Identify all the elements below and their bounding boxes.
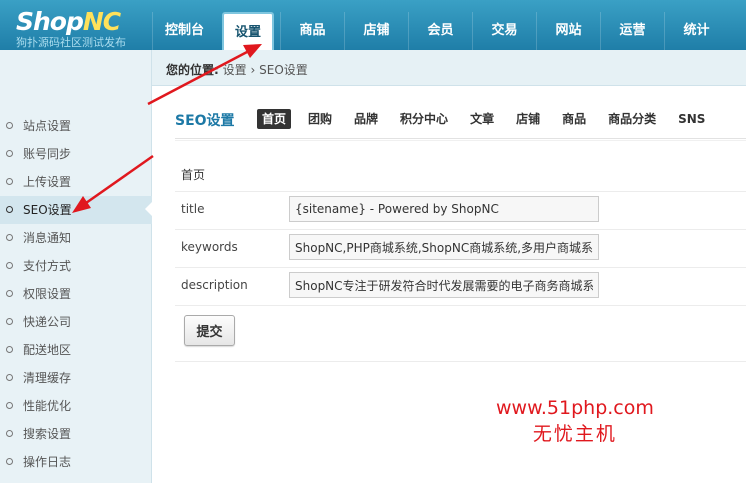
bullet-circle-icon [6,458,13,465]
sidebar-item-label: 操作日志 [23,455,72,469]
nav-tab-1[interactable]: 设置 [222,12,274,50]
sidebar-active-notch [145,202,152,216]
nav-tab-5[interactable]: 交易 [472,12,536,50]
field-row-keywords: keywords [175,229,746,267]
field-row-title: title [175,191,746,229]
sidebar-item[interactable]: 支付方式 [0,252,152,280]
seo-tab[interactable]: 文章 [465,109,499,129]
bullet-circle-icon [6,430,13,437]
submit-button[interactable]: 提交 [184,315,235,346]
logo-wordmark: ShopNC [16,7,121,36]
sidebar-item-label: 站点设置 [23,119,72,133]
sidebar-item[interactable]: 搜索设置 [0,420,152,448]
bullet-circle-icon [6,178,13,185]
breadcrumb-parent[interactable]: 设置 [223,63,247,77]
sidebar-item-label: 权限设置 [23,287,72,301]
field-label: description [181,278,248,292]
sidebar-item-label: 支付方式 [23,259,72,273]
field-row-description: description [175,267,746,305]
bullet-circle-icon [6,122,13,129]
sidebar-item-label: SEO设置 [23,203,72,217]
seo-tab[interactable]: 积分中心 [395,109,453,129]
sidebar-item[interactable]: 账号同步 [0,140,152,168]
submit-row [175,305,746,343]
top-header: ShopNC 狗扑源码社区测试发布 控制台 设置 商品 店铺 会员 交易 网站 运营 统计 [0,0,746,50]
bullet-circle-icon [6,206,13,213]
sidebar-item[interactable]: 性能优化 [0,392,152,420]
seo-tab[interactable]: SNS [673,109,710,129]
breadcrumb-current: SEO设置 [259,63,308,77]
watermark-url: www.51php.com [496,397,654,419]
nav-tab-2[interactable]: 商品 [280,12,344,50]
title-divider-shadow [175,140,746,141]
bullet-circle-icon [6,374,13,381]
sidebar-list: 站点设置账号同步上传设置 SEO设置消息通知支付方式权限设置快递公司配送地区清理缓… [0,112,152,476]
seo-tab[interactable]: 商品 [557,109,591,129]
bullet-circle-icon [6,150,13,157]
page-title: SEO设置 [175,113,235,129]
sidebar-item[interactable]: 操作日志 [0,448,152,476]
sidebar-item[interactable]: 站点设置 [0,112,152,140]
seo-tab[interactable]: 品牌 [349,109,383,129]
main-content: SEO设置 首页团购品牌积分中心文章店铺商品商品分类SNS 首页 title k… [153,86,746,483]
title-input[interactable] [289,196,599,222]
sidebar-item-label: 性能优化 [23,399,72,413]
sidebar-item-label: 清理缓存 [23,371,72,385]
seo-tab[interactable]: 店铺 [511,109,545,129]
nav-tab-7[interactable]: 运营 [600,12,664,50]
nav-tab-0[interactable]: 控制台 [152,12,216,50]
breadcrumb: 您的位置: 设置 › SEO设置 [152,50,746,86]
title-divider [175,138,746,139]
nav-tab-6[interactable]: 网站 [536,12,600,50]
breadcrumb-separator: › [250,63,256,77]
nav-tab-3[interactable]: 店铺 [344,12,408,50]
bullet-circle-icon [6,290,13,297]
sidebar-item[interactable]: 权限设置 [0,280,152,308]
sidebar-item[interactable]: 清理缓存 [0,364,152,392]
sidebar-item-label: 消息通知 [23,231,72,245]
sidebar-item-label: 快递公司 [23,315,72,329]
seo-subtabs: 首页 团购 品牌 积分中心 文章 店铺 商品 商品分类 SNS [257,109,722,129]
keywords-input[interactable] [289,234,599,260]
sidebar: 站点设置账号同步上传设置 SEO设置消息通知支付方式权限设置快递公司配送地区清理缓… [0,50,152,483]
section-label: 首页 [181,168,206,182]
sidebar-item[interactable]: 配送地区 [0,336,152,364]
form-bottom-divider [175,361,746,362]
bullet-circle-icon [6,402,13,409]
nav-tab-4[interactable]: 会员 [408,12,472,50]
seo-tab[interactable]: 团购 [303,109,337,129]
bullet-circle-icon [6,318,13,325]
sidebar-item-label: 账号同步 [23,147,72,161]
seo-tab[interactable]: 商品分类 [603,109,661,129]
field-label: keywords [181,240,238,254]
logo-subtitle: 狗扑源码社区测试发布 [16,36,126,49]
watermark-text: 无忧主机 [532,423,617,445]
seo-tab[interactable]: 首页 [257,109,292,129]
sidebar-item[interactable]: 消息通知 [0,224,152,252]
watermark: www.51php.com 无忧主机 [496,396,654,448]
bullet-circle-icon [6,262,13,269]
field-label: title [181,202,205,216]
sidebar-item[interactable]: 上传设置 [0,168,152,196]
nav-tab-8[interactable]: 统计 [664,12,728,50]
breadcrumb-prefix: 您的位置: [166,63,219,77]
sidebar-item[interactable]: SEO设置 [0,196,152,224]
main-nav: 控制台 设置 商品 店铺 会员 交易 网站 运营 统计 [152,12,728,50]
bullet-circle-icon [6,346,13,353]
sidebar-item[interactable]: 快递公司 [0,308,152,336]
sidebar-item-label: 搜索设置 [23,427,72,441]
bullet-circle-icon [6,234,13,241]
description-input[interactable] [289,272,599,298]
logo[interactable]: ShopNC 狗扑源码社区测试发布 [16,7,146,49]
sidebar-item-label: 配送地区 [23,343,72,357]
sidebar-item-label: 上传设置 [23,175,72,189]
